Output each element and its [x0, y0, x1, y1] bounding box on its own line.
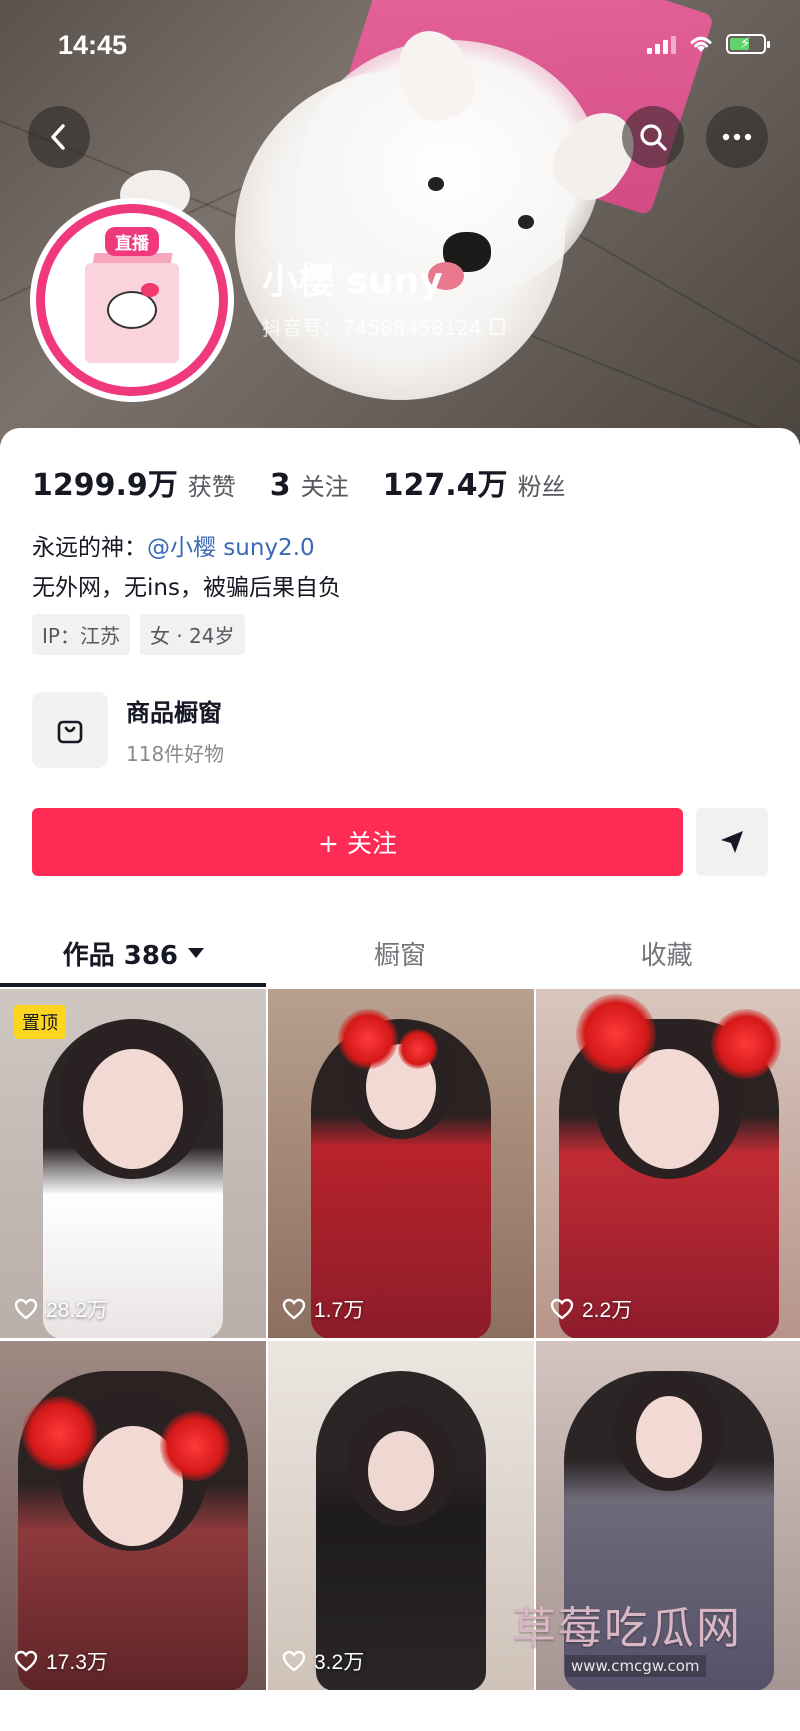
shopping-bag-icon [57, 720, 83, 744]
shop-subtitle: 118件好物 [126, 742, 225, 766]
like-count: 3.2万 [282, 1646, 364, 1676]
signal-icon [647, 34, 676, 54]
caret-down-icon[interactable] [188, 948, 204, 958]
heart-icon [282, 1650, 306, 1672]
stat-label: 粉丝 [517, 473, 566, 501]
username: 小樱 suny [262, 261, 443, 302]
bio-line-1: 永远的神：@小樱 suny2.0 [32, 528, 315, 562]
battery-icon: ⚡ [726, 34, 770, 54]
profile-tags: IP：江苏 女 · 24岁 [32, 614, 245, 655]
stat-value: 3 [269, 468, 291, 503]
tab-label: 作品 386 [62, 940, 178, 971]
heart-icon [14, 1298, 38, 1320]
copy-icon[interactable] [489, 318, 505, 335]
watermark-url: www.cmcgw.com [565, 1655, 706, 1677]
video-tile[interactable]: 17.3万 [0, 1341, 266, 1690]
active-tab-indicator [0, 983, 266, 987]
shop-icon-box [32, 692, 108, 768]
watermark-text: 草莓吃瓜网 [512, 1603, 742, 1654]
stat-likes[interactable]: 1299.9万 获赞 [32, 460, 236, 504]
like-count: 28.2万 [14, 1294, 108, 1324]
tab-showcase[interactable]: 橱窗 [267, 920, 534, 986]
stat-label: 获赞 [187, 473, 236, 501]
content-tabs: 作品 386 橱窗 收藏 [0, 920, 800, 986]
avatar[interactable]: 直播 [30, 198, 234, 402]
more-dots-icon [722, 133, 752, 141]
pinned-badge: 置顶 [14, 1005, 66, 1039]
like-count: 2.2万 [550, 1294, 632, 1324]
ip-tag: IP：江苏 [32, 614, 130, 655]
more-button[interactable] [706, 106, 768, 168]
heart-icon [14, 1650, 38, 1672]
send-arrow-icon [721, 831, 743, 853]
mention-link[interactable]: @小樱 suny2.0 [147, 535, 315, 561]
stats-row: 1299.9万 获赞 3 关注 127.4万 粉丝 [32, 460, 600, 504]
stat-value: 127.4万 [382, 468, 508, 503]
gender-age-tag: 女 · 24岁 [139, 614, 245, 655]
stat-followers[interactable]: 127.4万 粉丝 [383, 460, 566, 504]
live-badge[interactable]: 直播 [105, 227, 159, 256]
follow-button[interactable]: + 关注 [32, 808, 683, 876]
video-tile[interactable]: 3.2万 [268, 1341, 534, 1690]
tab-works[interactable]: 作品 386 [0, 920, 267, 986]
like-count: 17.3万 [14, 1646, 108, 1676]
share-button[interactable] [696, 808, 768, 876]
tab-favorites[interactable]: 收藏 [533, 920, 800, 986]
video-tile[interactable]: 1.7万 [268, 989, 534, 1338]
video-tile[interactable]: 置顶 28.2万 [0, 989, 266, 1338]
bio-prefix: 永远的神： [32, 535, 147, 561]
status-time: 14:45 [58, 30, 128, 60]
search-button[interactable] [622, 106, 684, 168]
back-button[interactable] [28, 106, 90, 168]
like-count: 1.7万 [282, 1294, 364, 1324]
shop-title: 商品橱窗 [126, 699, 222, 727]
wifi-icon [690, 36, 712, 52]
video-tile[interactable]: 2.2万 [536, 989, 800, 1338]
stat-following[interactable]: 3 关注 [270, 467, 349, 503]
stat-label: 关注 [300, 473, 349, 501]
douyin-id: 抖音号：74588458124 [262, 316, 482, 340]
heart-icon [282, 1298, 306, 1320]
chevron-left-icon [51, 124, 65, 150]
douyin-id-row[interactable]: 抖音号：74588458124 [262, 312, 505, 341]
status-icons: ⚡ [647, 34, 770, 54]
heart-icon [550, 1298, 574, 1320]
search-icon [640, 124, 667, 151]
stat-value: 1299.9万 [32, 468, 178, 503]
bio-line-2: 无外网，无ins，被骗后果自负 [32, 575, 341, 601]
shop-window-entry[interactable]: 商品橱窗 118件好物 [32, 692, 224, 768]
